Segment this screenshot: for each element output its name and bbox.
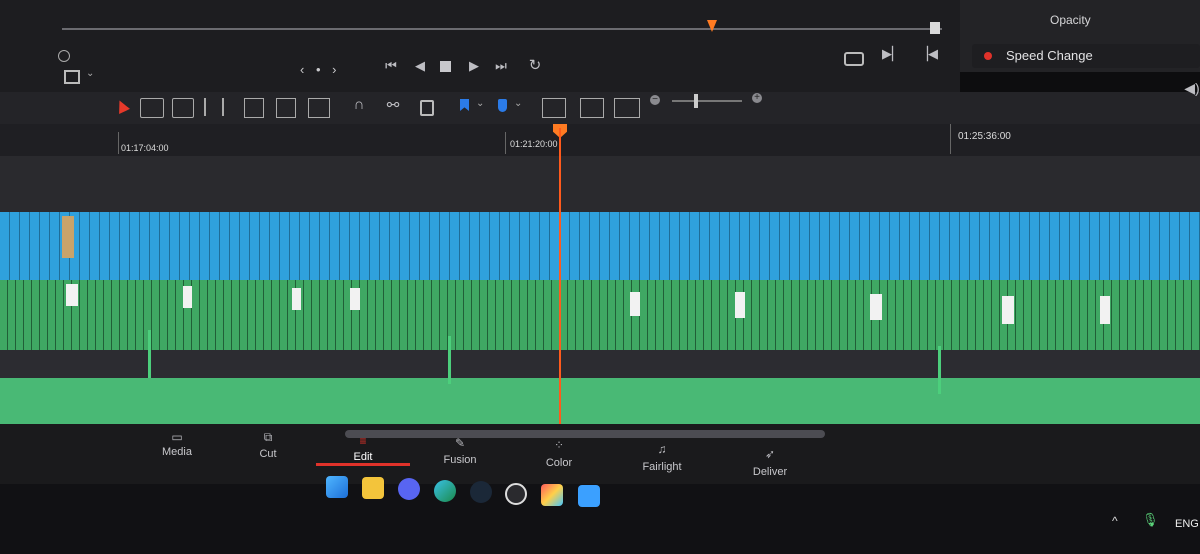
timecode-label: 01:17:04:00 [121,143,169,153]
play-reverse-icon[interactable]: ◀ [412,58,428,74]
audio-gap-marker [870,294,882,320]
trim-tool-icon[interactable] [140,98,164,118]
timecode-label: 01:25:36:00 [958,131,1011,142]
blade-tool-icon[interactable] [204,98,224,116]
page-tab-media[interactable]: Media [137,446,217,458]
prev-edit-icon[interactable]: ▕◀ [918,46,938,62]
stop-icon[interactable] [440,61,451,72]
windows-start-icon[interactable] [326,476,348,498]
speaker-icon[interactable]: ◀) [1184,80,1200,97]
audio-gap-marker [183,286,192,308]
speed-change-row[interactable]: Speed Change [972,44,1200,68]
ruler-tick [950,124,951,154]
audio-gap-marker [1100,296,1110,324]
audio-clip-edge [448,336,451,384]
loop-icon[interactable]: ↻ [524,56,546,74]
page-tab-fairlight[interactable]: Fairlight [622,461,702,473]
audio-clip-edge [938,346,941,394]
jump-start-icon[interactable]: ⏮ [380,58,402,74]
viewer-nav-dots[interactable]: ‹ • › [300,62,340,77]
zoom-custom-icon[interactable] [614,98,640,118]
overwrite-clip-icon[interactable] [276,98,296,118]
lock-icon[interactable] [420,100,434,116]
microphone-icon[interactable]: 🎙 [1142,512,1159,528]
chevron-down-icon[interactable]: ⌄ [86,68,94,79]
insert-clip-icon[interactable] [244,98,264,118]
audio-gap-marker [630,292,640,316]
davinci-resolve-icon[interactable] [541,484,563,506]
zoom-slider-handle[interactable] [694,94,698,108]
viewer-playhead-marker[interactable] [707,20,717,32]
ruler-tick [118,132,119,154]
page-tab-edit[interactable]: Edit [323,451,403,463]
zoom-out-icon[interactable]: − [650,95,660,105]
play-icon[interactable]: ▶ [466,58,482,74]
speed-change-dot-icon[interactable] [984,52,992,60]
os-taskbar [0,484,1200,554]
jump-end-icon[interactable]: ⏭ [490,58,512,74]
zoom-full-icon[interactable] [542,98,566,118]
transform-icon[interactable] [64,70,80,84]
flag-dropdown-icon[interactable]: ⌄ [476,98,484,109]
audio-clip-edge [148,330,151,378]
fairlight-icon[interactable]: ♫ [622,442,702,456]
timecode-label: 01:21:20:00 [510,139,558,149]
edit-icon[interactable]: ≡ [323,434,403,448]
match-frame-icon[interactable] [844,52,864,66]
zoom-slider[interactable] [672,100,742,102]
marker-dropdown-icon[interactable]: ⌄ [514,98,522,109]
empty-track[interactable] [0,350,1200,378]
scrub-end-handle[interactable] [930,22,940,34]
timeline-ruler[interactable] [0,124,1200,157]
timeline-horizontal-scrollbar[interactable] [345,430,825,438]
zoom-detail-icon[interactable] [580,98,604,118]
playhead-line[interactable] [559,128,561,428]
cut-icon[interactable]: ⧉ [228,430,308,445]
audio-gap-marker [735,292,745,318]
audio-gap-marker [350,288,360,310]
audio-gap-marker [66,284,78,306]
marker-icon[interactable] [498,99,507,112]
clip-thumbnail [62,216,74,258]
color-icon[interactable]: ⁘ [519,438,599,452]
scrub-start-handle[interactable] [58,50,70,62]
edge-icon[interactable] [434,480,456,502]
audio-track-1-clips[interactable] [0,280,1200,350]
page-tab-color[interactable]: Color [519,457,599,469]
audio-gap-marker [1002,296,1014,324]
speed-change-label: Speed Change [1006,48,1093,63]
active-tab-indicator [316,463,410,466]
audio-gap-marker [292,288,301,310]
page-tab-cut[interactable]: Cut [228,448,308,460]
ruler-tick [505,132,506,154]
snapping-icon[interactable]: ∩ [350,96,368,113]
replace-clip-icon[interactable] [308,98,330,118]
link-icon[interactable]: ⚯ [384,96,402,114]
viewer-scrub-bar[interactable] [62,28,942,30]
notepad-icon[interactable] [578,485,600,507]
dynamic-trim-icon[interactable] [172,98,194,118]
steam-icon[interactable] [470,481,492,503]
page-tab-fusion[interactable]: Fusion [420,454,500,466]
discord-icon[interactable] [398,478,420,500]
fusion-icon[interactable]: ✎ [420,436,500,450]
media-icon[interactable]: ▭ [137,430,217,444]
page-tab-deliver[interactable]: Deliver [730,466,810,478]
tray-expand-icon[interactable]: ^ [1112,514,1118,528]
deliver-icon[interactable]: ➶ [730,447,810,461]
file-explorer-icon[interactable] [362,477,384,499]
language-indicator[interactable]: ENG [1175,518,1199,530]
opacity-label: Opacity [1050,13,1091,27]
obs-icon[interactable] [505,483,527,505]
next-edit-icon[interactable]: ▶▏ [882,46,902,62]
zoom-in-icon[interactable]: + [752,93,762,103]
viewer-panel: ⌄ ‹ • › ⏮ ◀ ▶ ⏭ ↻ ▶▏ ▕◀ [0,0,960,92]
